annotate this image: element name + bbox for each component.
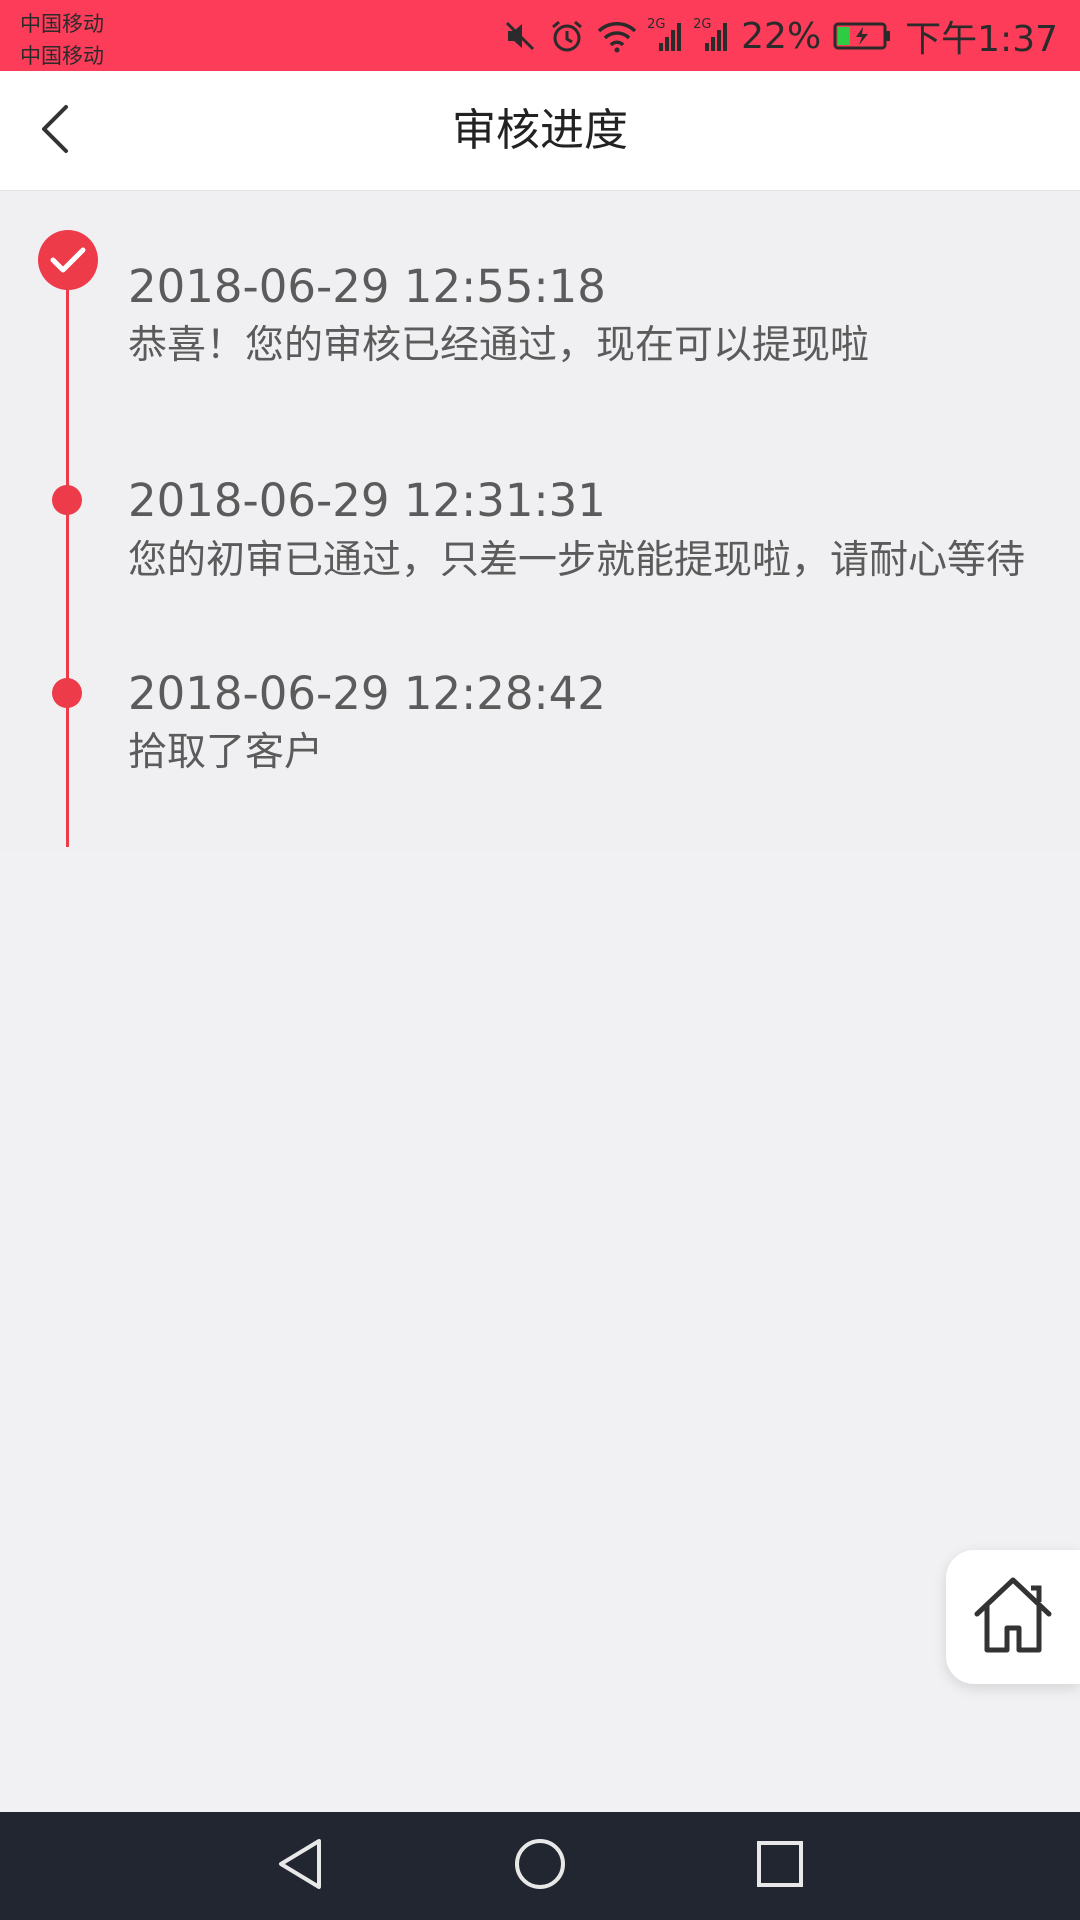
entry-time: 2018-06-29 12:28:42 [128, 667, 606, 720]
signal-icon-2: 2G [693, 17, 729, 53]
timeline-line [66, 262, 69, 847]
clock: 下午1:37 [905, 19, 1058, 60]
entry-description: 恭喜！您的审核已经通过，现在可以提现啦 [128, 323, 870, 368]
timeline-dot [52, 678, 82, 708]
carrier-1: 中国移动 [20, 12, 104, 36]
alarm-icon [549, 18, 585, 54]
carrier-2: 中国移动 [20, 44, 104, 68]
mute-icon [503, 19, 537, 53]
entry-description: 拾取了客户 [128, 730, 324, 775]
timeline-dot [52, 485, 82, 515]
home-circle-icon [513, 1837, 567, 1895]
check-icon [38, 230, 98, 290]
home-icon [969, 1572, 1057, 1662]
back-triangle-icon [275, 1837, 325, 1895]
battery-charging-icon [833, 21, 893, 51]
nav-recents-button[interactable] [740, 1826, 820, 1906]
wifi-icon [597, 19, 637, 53]
page-title: 审核进度 [452, 105, 628, 156]
status-icons: 2G 2G 22% 下午1:37 [503, 10, 1058, 62]
home-button[interactable] [946, 1550, 1080, 1684]
signal-icon-1: 2G [647, 17, 683, 53]
battery-percent: 22% [741, 15, 822, 57]
carrier-labels: 中国移动 中国移动 [20, 8, 104, 72]
entry-description: 您的初审已通过，只差一步就能提现啦，请耐心等待 [128, 538, 1026, 583]
status-bar: 中国移动 中国移动 2G 2G 22% 下午1:37 [0, 0, 1080, 71]
entry-time: 2018-06-29 12:55:18 [128, 260, 606, 313]
system-nav-bar [0, 1812, 1080, 1920]
nav-home-button[interactable] [500, 1826, 580, 1906]
entry-time: 2018-06-29 12:31:31 [128, 474, 606, 527]
review-timeline: 2018-06-29 12:55:18 恭喜！您的审核已经通过，现在可以提现啦 … [0, 192, 1080, 852]
recents-square-icon [755, 1839, 805, 1893]
app-header: 审核进度 [0, 71, 1080, 191]
nav-back-button[interactable] [260, 1826, 340, 1906]
